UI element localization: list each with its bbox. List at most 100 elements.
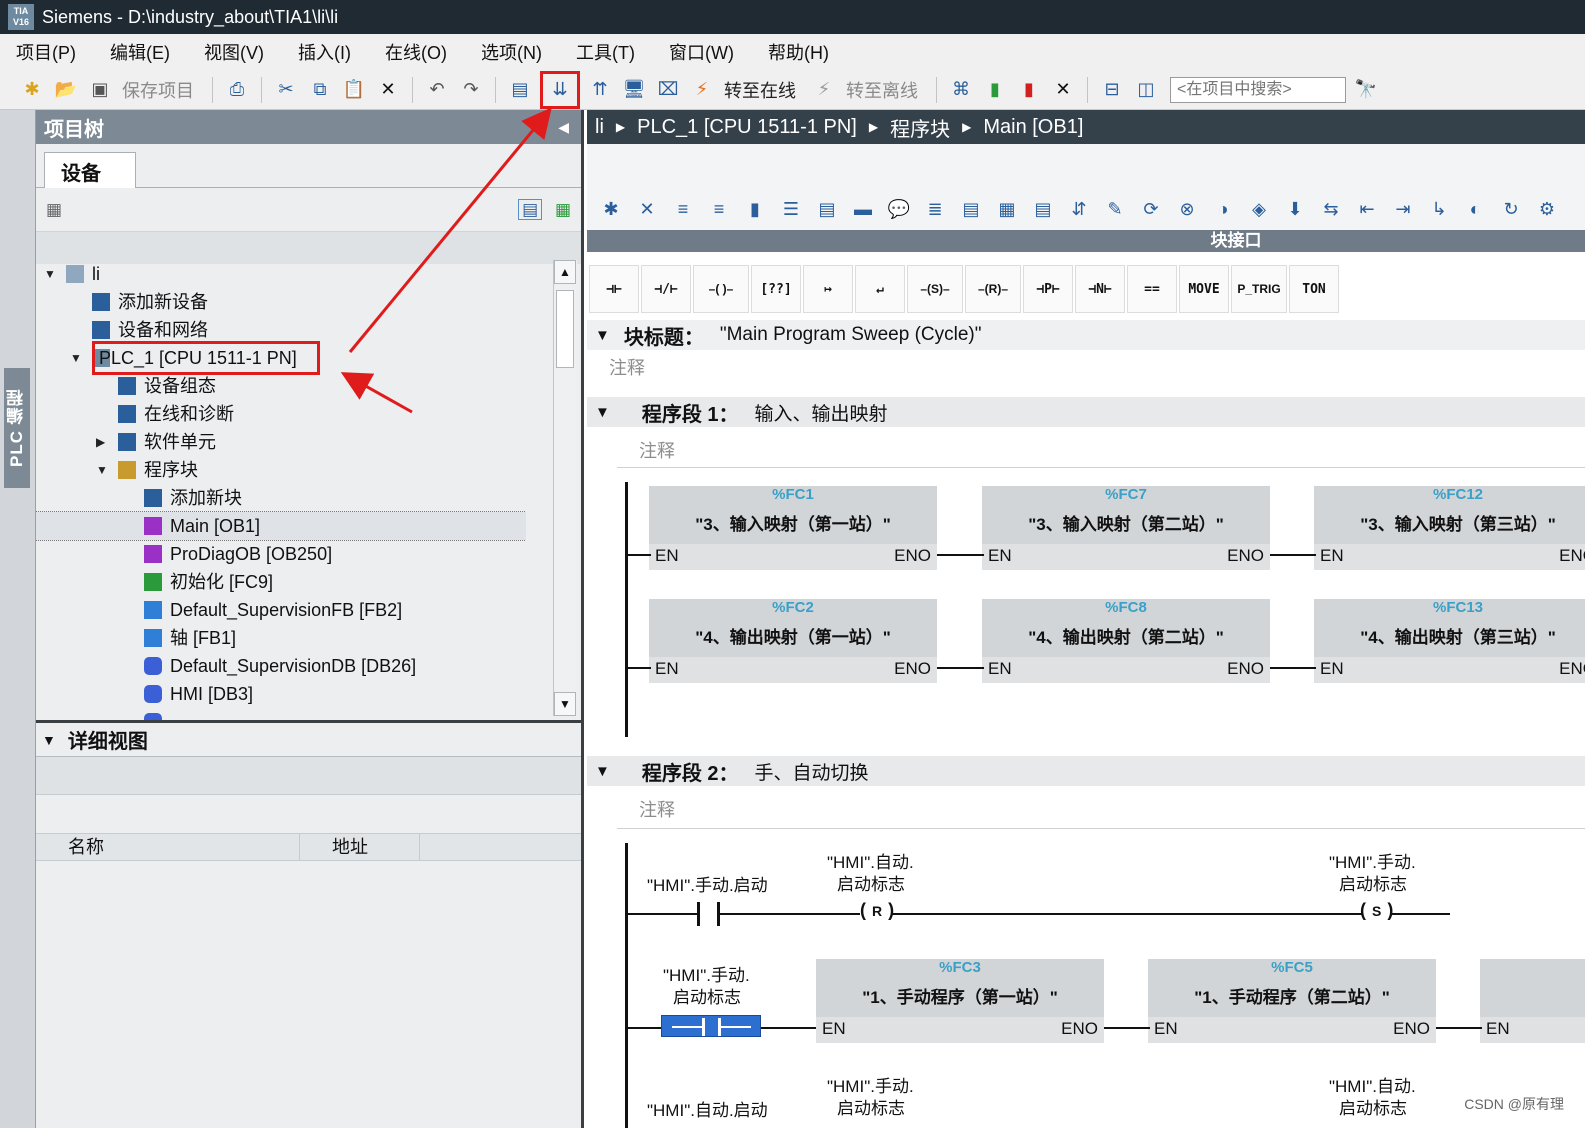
collapse-panel-icon[interactable]: ◀ bbox=[558, 119, 569, 136]
menu-window[interactable]: 窗口(W) bbox=[669, 39, 734, 65]
compile-icon[interactable]: ▤ bbox=[506, 76, 534, 104]
block-comment[interactable]: 注释 bbox=[609, 354, 645, 380]
en-pin[interactable]: EN bbox=[1320, 659, 1344, 679]
eno-pin[interactable]: ENO bbox=[894, 546, 931, 566]
undo-icon[interactable]: ↶ bbox=[423, 76, 451, 104]
eno-pin[interactable]: ENO bbox=[1559, 546, 1585, 566]
en-pin[interactable]: EN bbox=[655, 659, 679, 679]
go-offline-icon[interactable]: ⚡ bbox=[810, 76, 838, 104]
scroll-up-icon[interactable]: ▲ bbox=[554, 260, 576, 284]
new-group-icon[interactable]: ▦ bbox=[46, 200, 62, 220]
scroll-down-icon[interactable]: ▼ bbox=[554, 692, 576, 716]
ton-instruction-button[interactable]: TON bbox=[1289, 265, 1339, 313]
function-call-box[interactable]: %FC1 "3、输入映射（第一站）" EN ENO bbox=[649, 486, 937, 570]
nc-contact-button[interactable]: ⊣/⊢ bbox=[641, 265, 691, 313]
upload-from-device-icon[interactable]: ⇈ bbox=[586, 76, 614, 104]
tree-item[interactable]: ▼ li bbox=[36, 260, 526, 288]
en-pin[interactable]: EN bbox=[988, 546, 1012, 566]
no-contact-button[interactable]: ⊣⊢ bbox=[589, 265, 639, 313]
download-to-device-icon[interactable]: ⇊ bbox=[540, 70, 580, 109]
tab-devices[interactable]: 设备 bbox=[44, 152, 136, 188]
insert-network-icon[interactable]: ✱ bbox=[595, 195, 627, 223]
reset-coil[interactable]: (R) bbox=[860, 900, 894, 921]
tree-item[interactable]: ▶ 软件单元 bbox=[36, 428, 526, 456]
menu-edit[interactable]: 编辑(E) bbox=[110, 39, 170, 65]
go-offline-button[interactable]: 转至离线 bbox=[846, 77, 918, 103]
plc-programming-tab[interactable]: PLC 编程 bbox=[4, 368, 30, 488]
menu-online[interactable]: 在线(O) bbox=[385, 39, 447, 65]
insert-row-icon[interactable]: ≡ bbox=[667, 195, 699, 223]
empty-box-button[interactable]: [??] bbox=[751, 265, 801, 313]
tree-item[interactable]: Main [OB1] bbox=[36, 511, 526, 541]
open-branch-button[interactable]: ↦ bbox=[803, 265, 853, 313]
chevron-down-icon[interactable]: ▼ bbox=[96, 456, 108, 484]
contact-tag[interactable]: "HMI".手动.启动 bbox=[647, 875, 768, 897]
go-online-button[interactable]: 转至在线 bbox=[724, 77, 796, 103]
eno-pin[interactable]: ENO bbox=[1559, 659, 1585, 679]
open-project-icon[interactable]: 📂 bbox=[52, 76, 80, 104]
comments-icon[interactable]: 💬 bbox=[883, 195, 915, 223]
chevron-right-icon[interactable]: ▶ bbox=[96, 428, 105, 456]
monitor-icon[interactable]: ◐ bbox=[1459, 195, 1491, 223]
absolute-operands-icon[interactable]: ☰ bbox=[775, 195, 807, 223]
accessible-devices-icon[interactable]: ⌘ bbox=[947, 76, 975, 104]
contact-tag-line2[interactable]: 启动标志 bbox=[673, 987, 741, 1009]
display-format-icon[interactable]: ▤ bbox=[955, 195, 987, 223]
favorites-icon[interactable]: ▤ bbox=[811, 195, 843, 223]
set-coil-tag-line2[interactable]: 启动标志 bbox=[1339, 874, 1407, 896]
scroll-thumb[interactable] bbox=[556, 290, 574, 368]
delete-network-icon[interactable]: ✕ bbox=[631, 195, 663, 223]
close-branch-button[interactable]: ↵ bbox=[855, 265, 905, 313]
eno-pin[interactable]: ENO bbox=[1227, 659, 1264, 679]
block-title-value[interactable]: "Main Program Sweep (Cycle)" bbox=[720, 324, 982, 346]
save-icon[interactable]: ▣ bbox=[86, 76, 114, 104]
tree-item[interactable]: ▼ 程序块 bbox=[36, 456, 526, 484]
eno-pin[interactable]: ENO bbox=[894, 659, 931, 679]
function-call-box[interactable]: "1、手ENENO bbox=[1480, 959, 1585, 1043]
en-pin[interactable]: EN bbox=[822, 1019, 846, 1039]
tree-scrollbar[interactable]: ▲ ▼ bbox=[553, 260, 577, 716]
set-coil-button[interactable]: –(S)– bbox=[907, 265, 963, 313]
reset-coil-tag-line2[interactable]: 启动标志 bbox=[837, 1098, 905, 1120]
reset-start-value-icon[interactable]: ▮ bbox=[739, 195, 771, 223]
function-call-box[interactable]: %FC2 "4、输出映射（第一站）" EN ENO bbox=[649, 599, 937, 683]
menu-insert[interactable]: 插入(I) bbox=[298, 39, 351, 65]
en-pin[interactable]: EN bbox=[1320, 546, 1344, 566]
p-trig-instruction-button[interactable]: P_TRIG bbox=[1231, 265, 1287, 313]
overview-icon[interactable]: ▤ bbox=[518, 198, 543, 220]
open-all-icon[interactable]: ▤ bbox=[1027, 195, 1059, 223]
tree-item[interactable]: HMI [DB3] bbox=[36, 680, 526, 708]
menu-view[interactable]: 视图(V) bbox=[204, 39, 264, 65]
delete-icon[interactable]: ✕ bbox=[374, 76, 402, 104]
en-pin[interactable]: EN bbox=[988, 659, 1012, 679]
paste-icon[interactable]: 📋 bbox=[340, 76, 368, 104]
en-pin[interactable]: EN bbox=[1486, 1019, 1510, 1039]
tree-item[interactable]: Default_SupervisionFB [FB2] bbox=[36, 596, 526, 624]
eno-pin[interactable]: ENO bbox=[1227, 546, 1264, 566]
prev-icon[interactable]: ⇤ bbox=[1351, 195, 1383, 223]
start-cpu-icon[interactable]: ▮ bbox=[981, 76, 1009, 104]
set-coil-tag-line2[interactable]: 启动标志 bbox=[1339, 1098, 1407, 1120]
block-comment-icon[interactable]: ▬ bbox=[847, 195, 879, 223]
reset-coil-button[interactable]: –(R)– bbox=[965, 265, 1021, 313]
tree-item[interactable]: Default_SupervisionDB [DB26] bbox=[36, 652, 526, 680]
set-coil[interactable]: (S) bbox=[1360, 900, 1393, 921]
tree-item[interactable]: ▼ PLC_1 [CPU 1511-1 PN] bbox=[36, 341, 526, 375]
chevron-down-icon[interactable]: ▼ bbox=[595, 763, 610, 780]
reset-coil-tag-line1[interactable]: "HMI".手动. bbox=[827, 1076, 914, 1098]
close-all-icon[interactable]: ⇵ bbox=[1063, 195, 1095, 223]
tree-item[interactable]: 设备和网络 bbox=[36, 316, 526, 344]
project-search-input[interactable] bbox=[1170, 76, 1346, 103]
column-address[interactable]: 地址 bbox=[300, 834, 420, 860]
chevron-down-icon[interactable]: ▼ bbox=[42, 732, 56, 748]
function-call-box[interactable]: %FC5 "1、手动程序（第二站）" EN ENO bbox=[1148, 959, 1436, 1043]
breadcrumb-item[interactable]: Main [OB1] bbox=[983, 116, 1083, 139]
save-project-button[interactable]: 保存项目 bbox=[122, 77, 194, 103]
network-1-comment[interactable]: 注释 bbox=[639, 437, 675, 463]
menu-options[interactable]: 选项(N) bbox=[481, 39, 542, 65]
breadcrumb-item[interactable]: 程序块 bbox=[890, 113, 950, 142]
contact-no[interactable] bbox=[697, 902, 700, 926]
network-2-comment[interactable]: 注释 bbox=[639, 796, 675, 822]
add-row-icon[interactable]: ≡ bbox=[703, 195, 735, 223]
call-hierarchy-icon[interactable]: ◈ bbox=[1243, 195, 1275, 223]
